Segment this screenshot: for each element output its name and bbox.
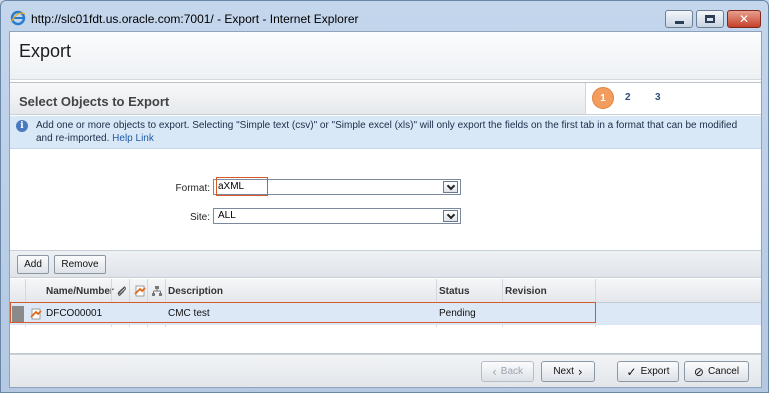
- format-focus-highlight: [216, 177, 268, 196]
- step-2[interactable]: 2: [625, 92, 631, 103]
- column-header-name[interactable]: Name/Number: [46, 286, 114, 297]
- step-3[interactable]: 3: [655, 92, 661, 103]
- back-button[interactable]: ‹ Back: [481, 361, 534, 382]
- table-toolbar: Add Remove: [10, 250, 761, 278]
- minimize-button[interactable]: [665, 10, 693, 28]
- format-label: Format:: [175, 183, 210, 194]
- column-header-revision[interactable]: Revision: [505, 286, 547, 297]
- column-header-status[interactable]: Status: [439, 286, 470, 297]
- dialog-content: Export Select Objects to Export 1 2 3 i …: [9, 31, 762, 388]
- maximize-icon: [705, 15, 715, 23]
- next-button[interactable]: Next ›: [541, 361, 595, 382]
- checkmark-icon: ✓: [626, 364, 637, 379]
- help-link[interactable]: Help Link: [112, 133, 154, 144]
- format-dropdown-button[interactable]: [443, 181, 458, 193]
- section-header: Select Objects to Export 1 2 3: [10, 82, 761, 115]
- cancel-label: Cancel: [707, 366, 740, 377]
- step-1-active: 1: [592, 87, 614, 109]
- chevron-down-icon: [446, 210, 455, 219]
- row-focus-highlight: [10, 302, 596, 323]
- remove-button[interactable]: Remove: [54, 255, 106, 274]
- objects-table: Name/Number Description Status Revision: [10, 279, 761, 354]
- info-text: Add one or more objects to export. Selec…: [36, 119, 756, 145]
- site-value: ALL: [218, 210, 236, 221]
- export-button[interactable]: ✓ Export: [617, 361, 679, 382]
- chevron-down-icon: [446, 181, 455, 190]
- close-icon: ✕: [738, 12, 750, 26]
- document-type-icon: [134, 285, 146, 297]
- chevron-right-icon: ›: [577, 364, 583, 379]
- page-header: Export: [10, 32, 761, 80]
- window-title: http://slc01fdt.us.oracle.com:7001/ - Ex…: [31, 12, 359, 26]
- chevron-left-icon: ‹: [491, 364, 497, 379]
- minimize-icon: [674, 20, 684, 24]
- dialog-footer: ‹ Back Next › ✓ Export ⊘ Cancel: [10, 354, 761, 387]
- close-window-button[interactable]: ✕: [727, 10, 761, 28]
- section-title: Select Objects to Export: [19, 94, 170, 109]
- add-button[interactable]: Add: [17, 255, 49, 274]
- browser-window: http://slc01fdt.us.oracle.com:7001/ - Ex…: [0, 0, 769, 393]
- step-indicator: 1 2 3: [585, 83, 761, 114]
- hierarchy-icon: [152, 286, 162, 296]
- maximize-button[interactable]: [696, 10, 724, 28]
- back-label: Back: [500, 366, 524, 377]
- table-header: Name/Number Description Status Revision: [10, 279, 761, 303]
- site-label: Site:: [189, 212, 210, 223]
- info-icon: i: [16, 120, 28, 132]
- site-select[interactable]: ALL: [213, 208, 461, 224]
- internet-explorer-icon: [10, 10, 26, 26]
- page-title: Export: [19, 41, 72, 61]
- cancel-icon: ⊘: [693, 364, 704, 379]
- cancel-button[interactable]: ⊘ Cancel: [684, 361, 749, 382]
- site-dropdown-button[interactable]: [443, 210, 458, 222]
- column-header-description[interactable]: Description: [168, 286, 223, 297]
- attachment-icon: [117, 286, 126, 297]
- next-label: Next: [553, 366, 574, 377]
- title-bar[interactable]: http://slc01fdt.us.oracle.com:7001/ - Ex…: [1, 1, 768, 31]
- info-message: i Add one or more objects to export. Sel…: [10, 116, 761, 149]
- export-label: Export: [640, 366, 670, 377]
